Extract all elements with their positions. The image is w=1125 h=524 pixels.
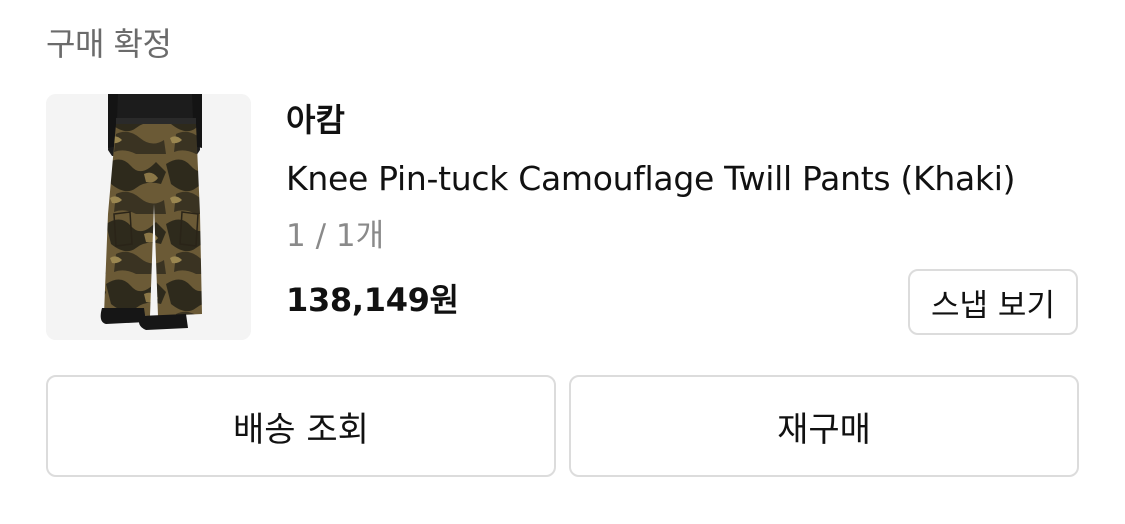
rebuy-button[interactable]: 재구매 <box>569 375 1079 477</box>
product-thumbnail[interactable] <box>46 94 251 340</box>
product-quantity: 1 / 1개 <box>286 218 385 254</box>
order-status-label: 구매 확정 <box>46 25 172 63</box>
product-price: 138,149원 <box>286 281 459 319</box>
product-name[interactable]: Knee Pin-tuck Camouflage Twill Pants (Kh… <box>286 156 1015 202</box>
product-photo-icon <box>46 94 251 340</box>
product-brand[interactable]: 아캄 <box>286 98 345 142</box>
view-snap-button[interactable]: 스냅 보기 <box>908 269 1078 335</box>
track-delivery-button[interactable]: 배송 조회 <box>46 375 556 477</box>
